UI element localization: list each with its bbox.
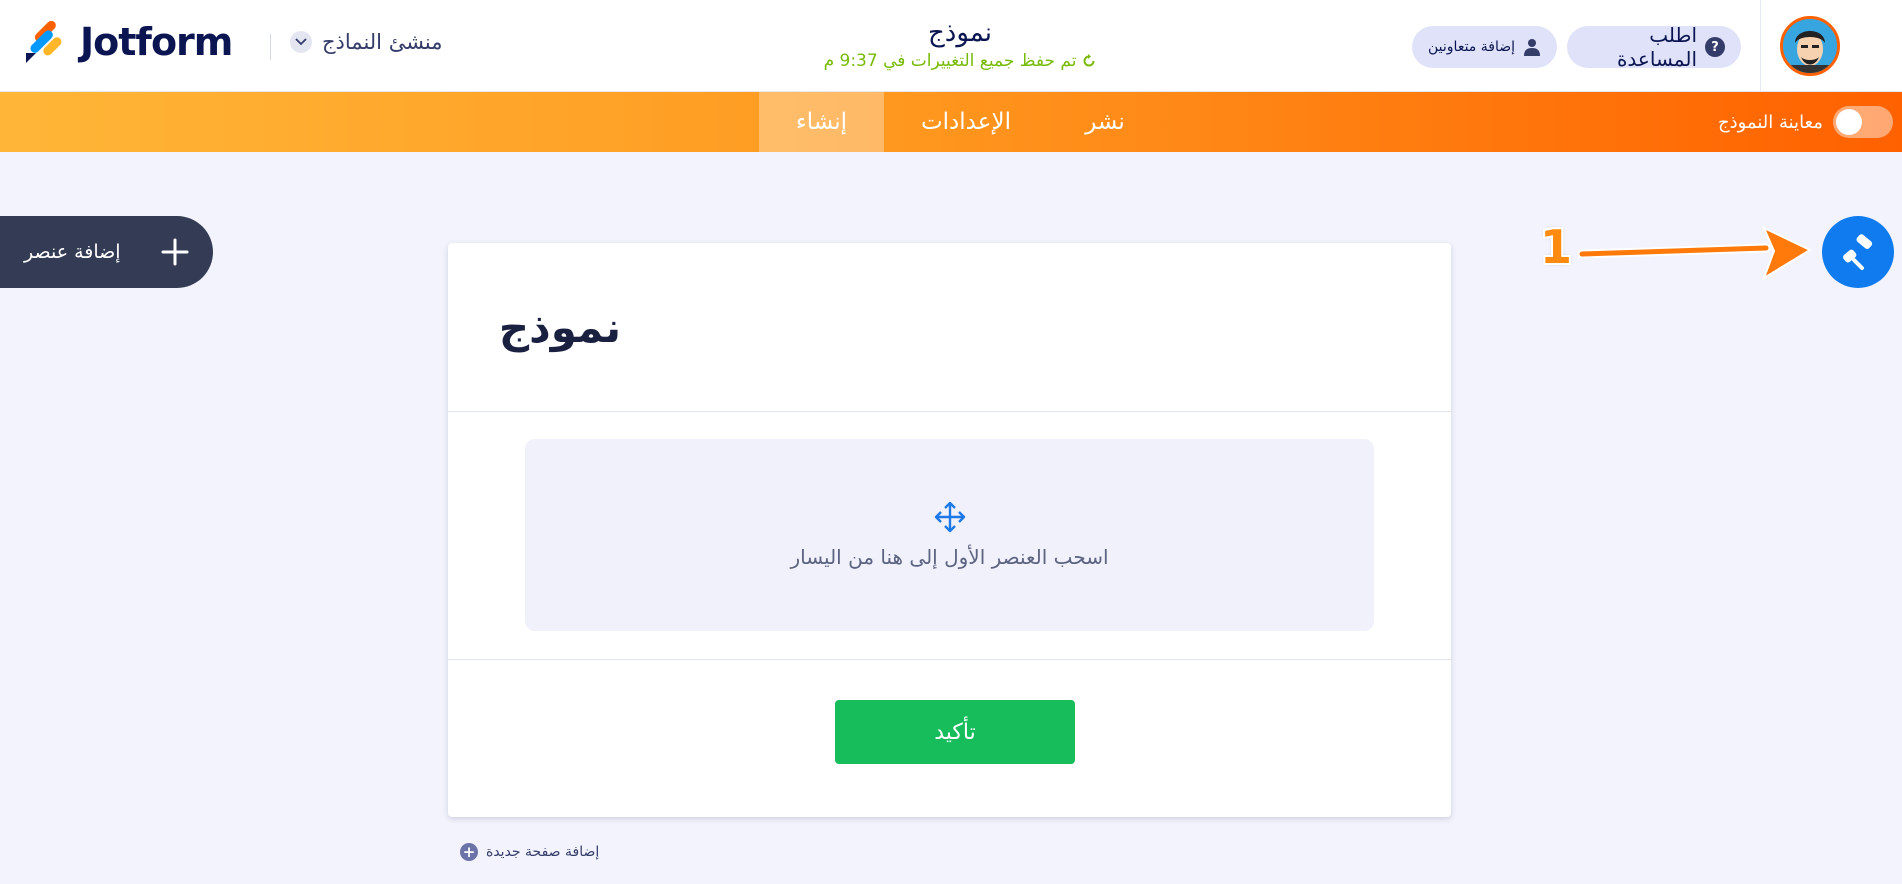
help-button[interactable]: ? اطلب المساعدة bbox=[1567, 23, 1741, 71]
tab-build[interactable]: إنشاء bbox=[759, 92, 884, 152]
card-divider bbox=[448, 411, 1451, 412]
card-divider-bottom bbox=[448, 659, 1451, 660]
add-collaborators-button[interactable]: إضافة متعاونين bbox=[1412, 26, 1557, 68]
form-preview-control: معاينة النموذج bbox=[1718, 106, 1893, 138]
plus-icon bbox=[161, 238, 189, 266]
header-divider bbox=[270, 34, 271, 60]
tab-settings[interactable]: الإعدادات bbox=[884, 92, 1048, 152]
logo-text: Jotform bbox=[80, 20, 233, 64]
chevron-down-icon bbox=[290, 31, 312, 53]
save-status: تم حفظ جميع التغييرات في 9:37 م bbox=[760, 50, 1160, 72]
avatar-illustration-icon bbox=[1783, 19, 1837, 73]
form-card: نموذج اسحب العنصر الأول إلى هنا من اليسا… bbox=[448, 243, 1451, 817]
form-name-title[interactable]: نموذج bbox=[760, 16, 1160, 50]
form-designer-button[interactable] bbox=[1822, 216, 1894, 288]
refresh-icon bbox=[1083, 54, 1095, 67]
add-element-button[interactable]: إضافة عنصر bbox=[0, 216, 213, 288]
top-header: Jotform منشئ النماذج نموذج تم حفظ جميع ا… bbox=[0, 0, 1902, 92]
add-element-label: إضافة عنصر bbox=[24, 241, 121, 263]
user-avatar[interactable] bbox=[1780, 16, 1840, 76]
avatar-divider bbox=[1760, 0, 1761, 92]
jotform-logo[interactable]: Jotform bbox=[24, 20, 233, 64]
builder-switcher[interactable]: منشئ النماذج bbox=[290, 30, 443, 54]
user-icon bbox=[1524, 39, 1540, 56]
save-status-text: تم حفظ جميع التغييرات في 9:37 م bbox=[823, 51, 1077, 71]
paint-roller-icon bbox=[1843, 234, 1873, 270]
submit-button[interactable]: تأكيد bbox=[835, 700, 1075, 764]
plus-circle-icon: + bbox=[460, 843, 478, 861]
help-label: اطلب المساعدة bbox=[1616, 23, 1697, 71]
preview-label: معاينة النموذج bbox=[1718, 111, 1823, 133]
move-arrows-icon bbox=[934, 501, 965, 533]
jotform-logo-icon bbox=[26, 21, 62, 63]
form-title-area: نموذج تم حفظ جميع التغييرات في 9:37 م bbox=[760, 16, 1160, 72]
builder-label: منشئ النماذج bbox=[322, 30, 443, 54]
toggle-knob bbox=[1835, 109, 1862, 135]
add-page-label: إضافة صفحة جديدة bbox=[486, 844, 600, 860]
annotation-number: 1 bbox=[1540, 220, 1573, 274]
drop-zone-text: اسحب العنصر الأول إلى هنا من اليسار bbox=[790, 545, 1109, 569]
form-heading[interactable]: نموذج bbox=[499, 303, 621, 352]
tab-publish[interactable]: نشر bbox=[1048, 92, 1162, 152]
collaborators-label: إضافة متعاونين bbox=[1428, 39, 1515, 55]
drop-zone[interactable]: اسحب العنصر الأول إلى هنا من اليسار bbox=[525, 439, 1374, 631]
preview-toggle[interactable] bbox=[1832, 106, 1893, 138]
question-icon: ? bbox=[1705, 37, 1725, 57]
builder-nav-bar: إنشاء الإعدادات نشر معاينة النموذج bbox=[0, 92, 1902, 152]
add-new-page-button[interactable]: إضافة صفحة جديدة + bbox=[460, 843, 599, 861]
annotation-arrow-icon bbox=[1578, 225, 1813, 281]
